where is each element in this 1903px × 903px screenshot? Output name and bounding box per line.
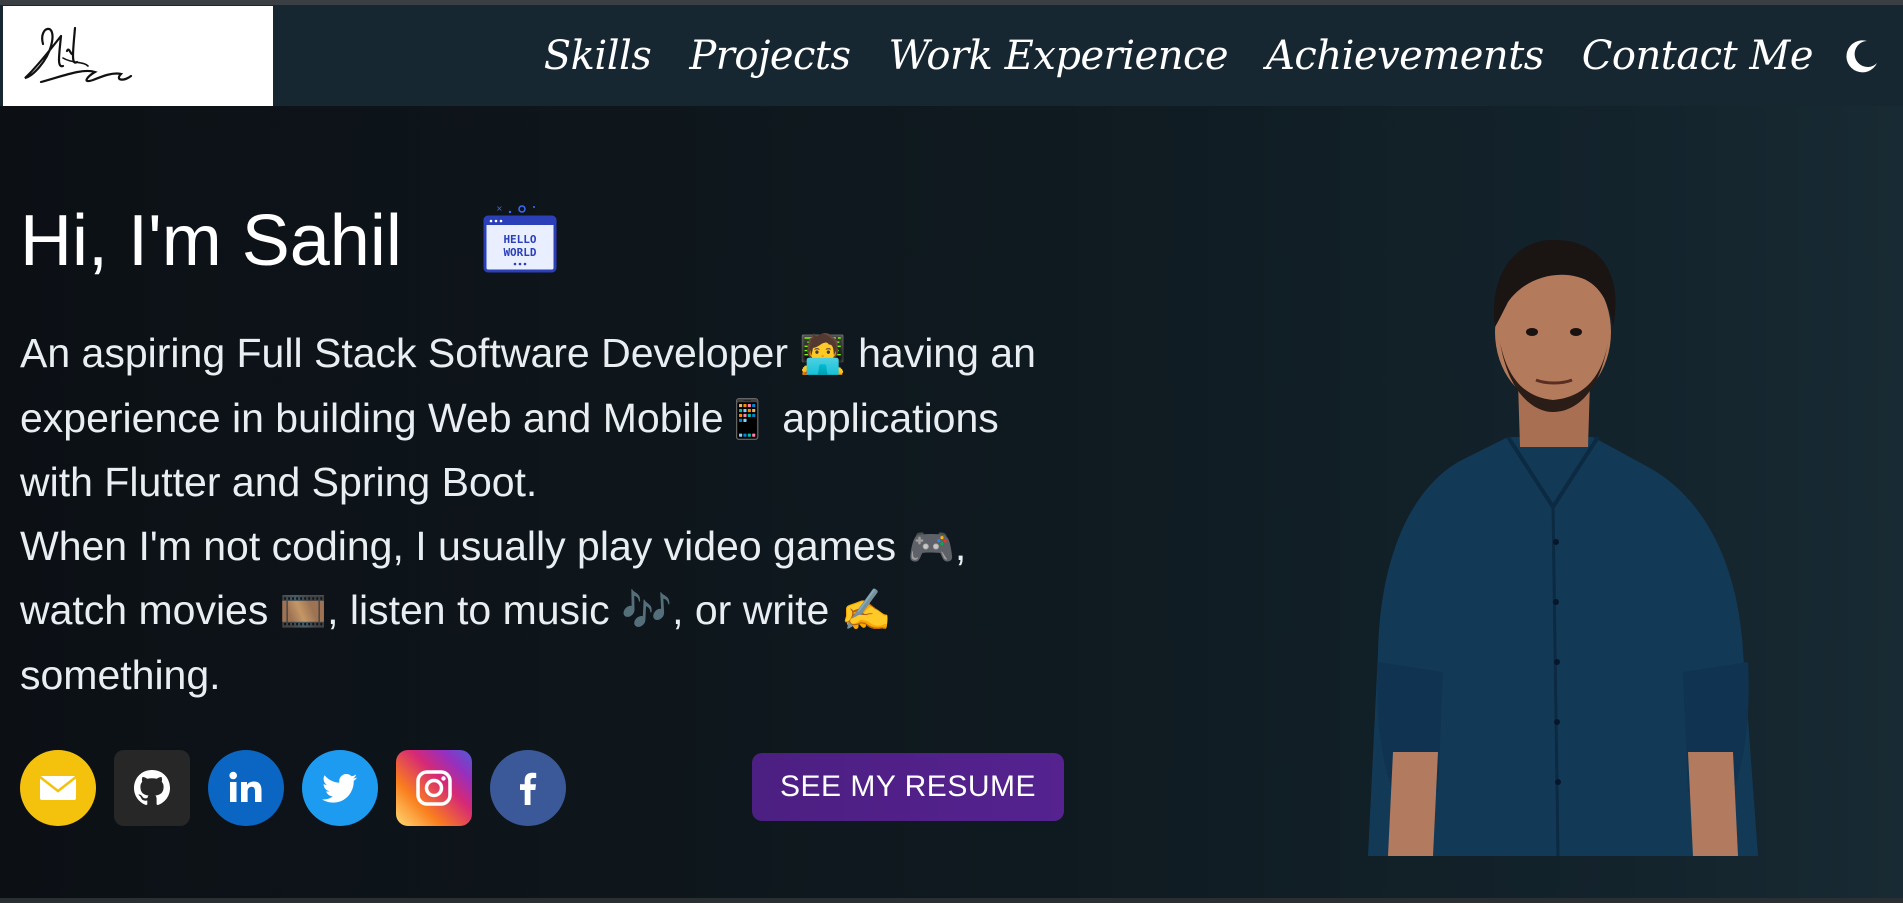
game-controller-icon: 🎮: [907, 524, 955, 569]
twitter-icon[interactable]: [302, 750, 378, 826]
film-frames-icon: 🎞️: [279, 589, 328, 633]
github-icon[interactable]: [114, 750, 190, 826]
nav-work-experience[interactable]: Work Experience: [889, 33, 1229, 79]
nav-contact-me[interactable]: Contact Me: [1582, 33, 1814, 79]
nav-achievements[interactable]: Achievements: [1266, 33, 1544, 79]
email-icon[interactable]: [20, 750, 96, 826]
bio-line: An aspiring Full Stack Software Develope…: [20, 330, 1036, 376]
linkedin-icon[interactable]: [208, 750, 284, 826]
facebook-icon[interactable]: [490, 750, 566, 826]
svg-text:×: ×: [496, 204, 503, 213]
mobile-phone-icon: 📱: [723, 396, 771, 441]
bio-line: watch movies 🎞️, listen to music 🎶, or w…: [20, 587, 892, 633]
navbar: Skills Projects Work Experience Achievem…: [0, 5, 1903, 106]
bio-line: When I'm not coding, I usually play vide…: [20, 522, 967, 569]
nav-projects[interactable]: Projects: [689, 33, 851, 79]
hello-world-icon: × HELLO WORLD: [482, 203, 558, 275]
main-nav: Skills Projects Work Experience Achievem…: [544, 5, 1814, 106]
bio-line: experience in building Web and Mobile📱 a…: [20, 394, 999, 441]
bio-line: something.: [20, 651, 221, 698]
developer-emoji-icon: 🧑‍💻: [799, 332, 847, 376]
instagram-icon[interactable]: [396, 750, 472, 826]
nav-skills[interactable]: Skills: [544, 33, 652, 79]
hero-bio: An aspiring Full Stack Software Develope…: [20, 322, 1120, 707]
bio-line: with Flutter and Spring Boot.: [20, 459, 538, 505]
hero-title: Hi, I'm Sahil: [20, 201, 402, 281]
see-my-resume-button[interactable]: SEE MY RESUME: [752, 753, 1064, 821]
signature-graphic: [24, 26, 133, 84]
window-bottom-border: [0, 898, 1903, 903]
hello-badge-line1: HELLO: [503, 233, 536, 246]
portfolio-page: Skills Projects Work Experience Achievem…: [0, 0, 1903, 903]
hello-badge-line2: WORLD: [503, 246, 536, 259]
profile-photo: [1348, 232, 1778, 857]
moon-icon[interactable]: [1843, 37, 1881, 75]
logo-signature[interactable]: [3, 6, 273, 106]
social-links: [20, 750, 566, 826]
